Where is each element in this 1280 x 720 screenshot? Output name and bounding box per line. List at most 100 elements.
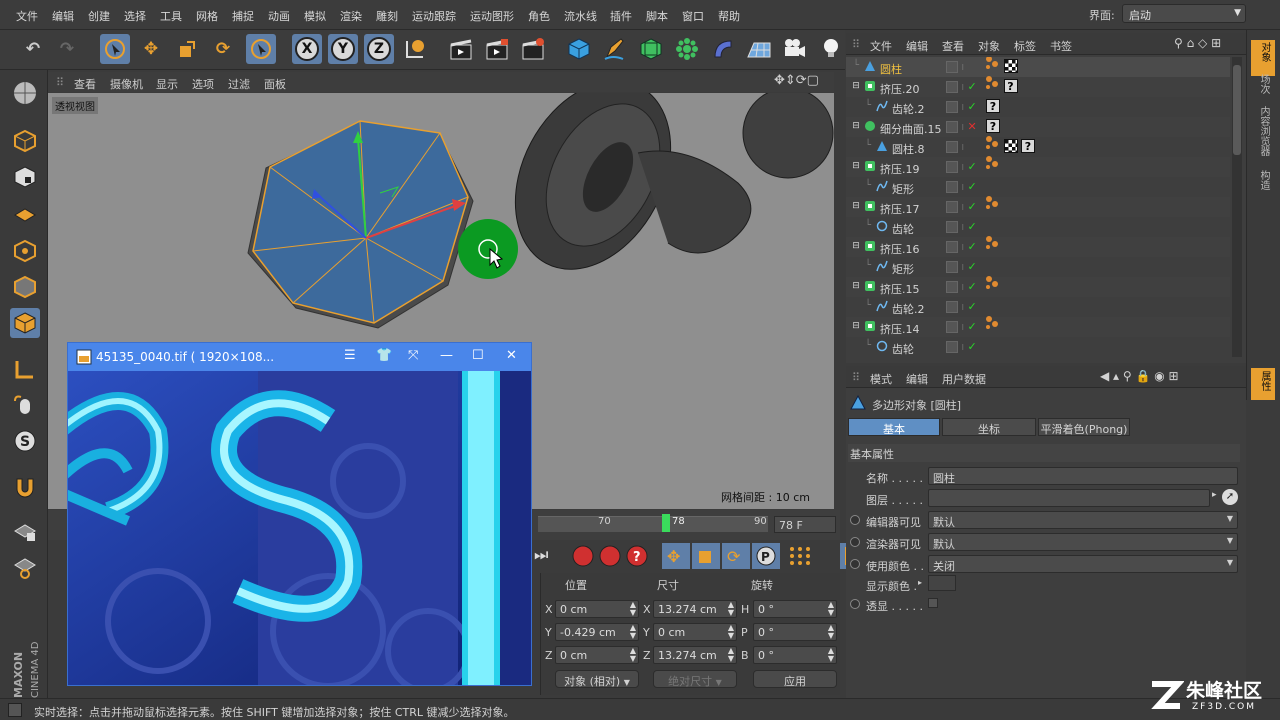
object-name[interactable]: 挤压.16 (880, 241, 920, 257)
rotation-h-field[interactable]: 0 ° ▲ ▼ (753, 600, 837, 618)
attribute-field[interactable]: 默认 ▼ (928, 511, 1238, 529)
texture-tag-icon[interactable] (1003, 59, 1018, 73)
menu-simulate[interactable]: 模拟 (304, 8, 326, 24)
visibility-dots-icon[interactable]: ⁝ (962, 323, 965, 332)
visibility-dots-icon[interactable]: ⁝ (962, 63, 965, 72)
axis-mode-button[interactable] (10, 354, 40, 384)
visibility-dots-icon[interactable]: ⁝ (962, 123, 965, 132)
visibility-dots-icon[interactable]: ⁝ (962, 303, 965, 312)
position-y-field[interactable]: -0.429 cm ▲ ▼ (555, 623, 639, 641)
visibility-dots-icon[interactable]: ⁝ (962, 223, 965, 232)
position-x-field[interactable]: 0 cm ▲ ▼ (555, 600, 639, 618)
menu-file[interactable]: 文件 (16, 8, 38, 24)
layer-icon[interactable] (946, 201, 958, 213)
phong-tag-icon[interactable] (986, 315, 1000, 333)
tab-coordinates[interactable]: 坐标 (942, 418, 1036, 436)
menu-tools[interactable]: 工具 (160, 8, 182, 24)
visibility-dots-icon[interactable]: ⁝ (962, 343, 965, 352)
animate-radio[interactable] (850, 515, 860, 525)
pick-cursor-icon[interactable]: ➚ (1222, 489, 1238, 505)
attribute-field[interactable]: 圆柱 (928, 467, 1238, 485)
layer-icon[interactable] (946, 241, 958, 253)
image-window-titlebar[interactable]: 45135_0040.tif ( 1920×108... ☰ 👕 ⤧ — ☐ ✕ (68, 343, 531, 371)
tab-basic[interactable]: 基本 (848, 418, 940, 436)
coord-mode-dropdown[interactable]: 对象 (相对) ▼ (555, 670, 639, 688)
layer-icon[interactable] (946, 221, 958, 233)
menu-sculpt[interactable]: 雕刻 (376, 8, 398, 24)
menu-script[interactable]: 脚本 (646, 8, 668, 24)
deformer-button[interactable] (708, 34, 738, 64)
lock-workplane-button[interactable] (10, 516, 40, 546)
object-row[interactable]: └ 齿轮 ⁝ ✓ (846, 217, 1230, 237)
object-row[interactable]: ⊟ 细分曲面.15 ⁝ ✕? (846, 117, 1230, 137)
menu-plugins[interactable]: 插件 (610, 8, 632, 24)
phong-tag-icon[interactable] (986, 195, 1000, 213)
visibility-dots-icon[interactable]: ⁝ (962, 203, 965, 212)
floor-button[interactable] (744, 34, 774, 64)
arrow-right-icon[interactable]: ▸ (1212, 490, 1217, 500)
object-name[interactable]: 齿轮.2 (892, 301, 925, 317)
size-z-field[interactable]: 13.274 cm ▲ ▼ (653, 646, 737, 664)
om-menu-objects[interactable]: 对象 (978, 38, 1000, 54)
object-row[interactable]: ⊟ 挤压.15 ⁝ ✓ (846, 275, 1230, 297)
visibility-dots-icon[interactable]: ⁝ (962, 163, 965, 172)
phong-tag-icon[interactable] (986, 57, 1000, 73)
object-row[interactable]: └ 矩形 ⁝ ✓ (846, 177, 1230, 197)
size-x-field[interactable]: 13.274 cm ▲ ▼ (653, 600, 737, 618)
viewport-menu-panel[interactable]: 面板 (264, 76, 286, 92)
layer-icon[interactable] (946, 261, 958, 273)
texture-tag-icon[interactable] (1003, 139, 1018, 153)
rotation-p-field[interactable]: 0 ° ▲ ▼ (753, 623, 837, 641)
viewport-menu-display[interactable]: 显示 (156, 76, 178, 92)
phong-tag-icon[interactable] (986, 75, 1000, 93)
object-row[interactable]: └ 圆柱.8 ⁝ ? (846, 135, 1230, 157)
size-mode-dropdown[interactable]: 绝对尺寸 ▼ (653, 670, 737, 688)
viewport-menu-camera[interactable]: 摄像机 (110, 76, 143, 92)
object-name[interactable]: 齿轮 (892, 341, 914, 357)
menu-icon[interactable]: ☰ (344, 348, 356, 363)
am-menu-edit[interactable]: 编辑 (906, 371, 928, 387)
enabled-check-icon[interactable]: ✓ (968, 340, 977, 353)
object-row[interactable]: ⊟ 挤压.14 ⁝ ✓ (846, 315, 1230, 337)
expand-icon[interactable]: ⊟ (850, 80, 862, 92)
z-axis-button[interactable]: Z (364, 34, 394, 64)
coordinate-system-button[interactable] (400, 34, 430, 64)
object-name[interactable]: 挤压.15 (880, 281, 920, 297)
subdivision-button[interactable] (636, 34, 666, 64)
enabled-check-icon[interactable]: ✓ (968, 200, 977, 213)
object-name[interactable]: 挤压.17 (880, 201, 920, 217)
magnet-button[interactable] (10, 472, 40, 502)
object-name[interactable]: 圆柱 (880, 61, 902, 77)
layer-icon[interactable] (946, 181, 958, 193)
snap-button[interactable]: S (10, 426, 40, 456)
side-tab-objects[interactable]: 对象 (1251, 40, 1275, 76)
object-row[interactable]: └ 矩形 ⁝ ✓ (846, 257, 1230, 277)
enabled-check-icon[interactable]: ✓ (968, 280, 977, 293)
am-menu-mode[interactable]: 模式 (870, 371, 892, 387)
object-row[interactable]: ⊟ 挤压.19 ⁝ ✓ (846, 155, 1230, 177)
tweak-mode-button[interactable] (10, 390, 40, 420)
enabled-check-icon[interactable]: ✓ (968, 220, 977, 233)
unknown-tag-icon[interactable]: ? (1003, 79, 1018, 93)
enabled-check-icon[interactable]: ✓ (968, 180, 977, 193)
om-menu-tags[interactable]: 标签 (1014, 38, 1036, 54)
menu-pipeline[interactable]: 流水线 (564, 8, 597, 24)
image-viewer-window[interactable]: 45135_0040.tif ( 1920×108... ☰ 👕 ⤧ — ☐ ✕ (67, 342, 532, 686)
layer-icon[interactable] (946, 81, 958, 93)
layer-icon[interactable] (946, 281, 958, 293)
viewport-menu-view[interactable]: 查看 (74, 76, 96, 92)
y-axis-button[interactable]: Y (328, 34, 358, 64)
fullscreen-icon[interactable]: ⤧ (408, 348, 418, 363)
phong-tag-icon[interactable] (986, 155, 1000, 173)
expand-icon[interactable]: ⊟ (850, 320, 862, 332)
viewport-nav-icons[interactable]: ✥⇕⟳▢ (774, 73, 819, 88)
visibility-dots-icon[interactable]: ⁝ (962, 143, 965, 152)
viewport-menu-options[interactable]: 选项 (192, 76, 214, 92)
phong-tag-icon[interactable] (986, 135, 1000, 153)
am-nav-icons[interactable]: ◀ ▴ ⚲ 🔒 ◉ ⊞ (1100, 369, 1179, 383)
side-tab-content-browser[interactable]: 内容浏览器 (1255, 106, 1269, 156)
unknown-tag-icon[interactable]: ? (1021, 139, 1035, 153)
enabled-check-icon[interactable]: ✓ (968, 320, 977, 333)
keyframe-tools[interactable]: ? ✥ ⟳ P (570, 543, 870, 569)
playhead[interactable] (662, 514, 670, 532)
